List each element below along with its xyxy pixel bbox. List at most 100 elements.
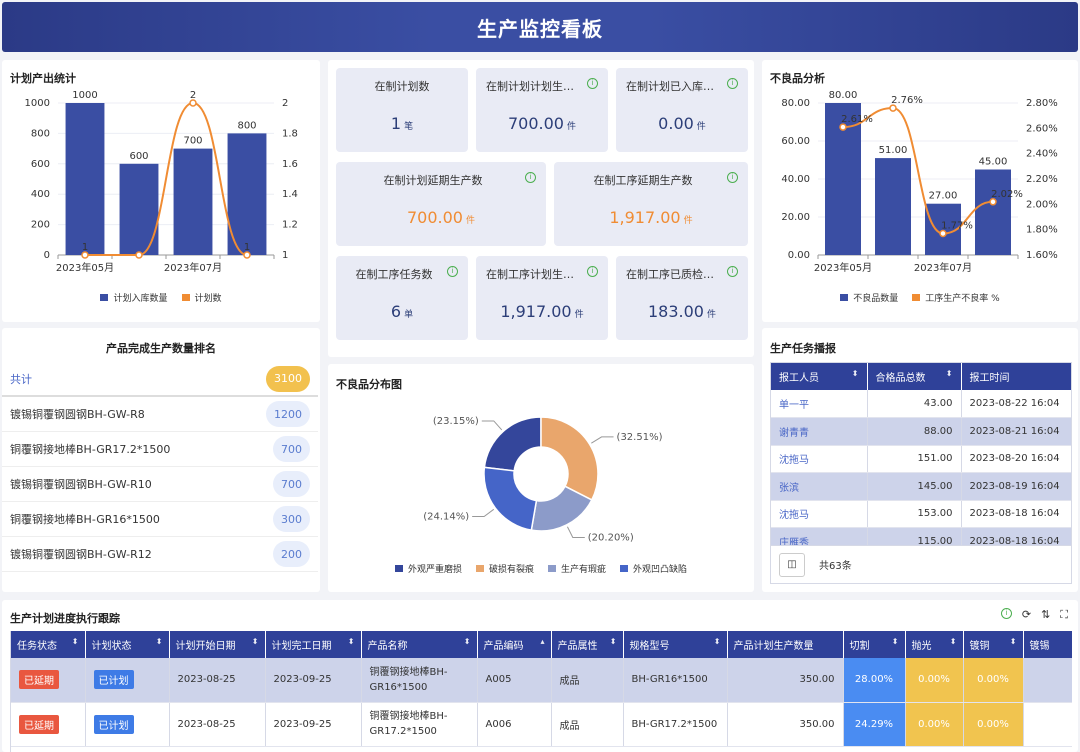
density-icon[interactable]: ⇅: [1041, 608, 1050, 622]
y-tick-label-left: 1000: [25, 98, 50, 109]
pie-label: (20.20%): [588, 532, 634, 543]
info-icon[interactable]: i: [447, 266, 458, 277]
x-tick-label: 2023年05月: [56, 261, 114, 274]
table-row[interactable]: 沈拖马 153.00 2023-08-18 16:04: [771, 500, 1071, 528]
pie-slice: [483, 416, 542, 472]
y-tick-label-left: 600: [31, 159, 50, 170]
info-icon[interactable]: i: [727, 172, 738, 183]
defect-dist-panel: 不良品分布图 (23.15%) (32.51%) (20.20%) (24.14%) …: [328, 364, 754, 592]
ranking-item[interactable]: 铜覆钢接地棒BH-GR16*1500 300: [2, 502, 318, 537]
column-toggle-icon[interactable]: ◫: [779, 552, 805, 577]
y-tick-label-right: 2.20%: [1026, 174, 1058, 185]
ranking-item-name: 铜覆钢接地棒BH-GR16*1500: [10, 513, 160, 526]
kpi-unit: 件: [465, 216, 475, 226]
table-row[interactable]: 张滨 145.00 2023-08-19 16:04: [771, 472, 1071, 501]
table-row[interactable]: 单一平 43.00 2023-08-22 16:04: [771, 390, 1071, 418]
ranking-item[interactable]: 铜覆钢接地棒BH-GR17.2*1500 700: [2, 432, 318, 467]
col-header-task-status[interactable]: 任务状态 ⬍: [11, 631, 86, 658]
y-tick-label-left: 40.00: [781, 174, 810, 185]
broadcast-table-wrap[interactable]: 报工人员 ⬍ 合格品总数 ⬍ 报工时间 单一平 43.00 2023-08-22 16:…: [770, 362, 1072, 546]
ranking-item-value: 700: [273, 471, 310, 497]
kpi-card[interactable]: 在制计划延期生产数 i 700.00 件: [336, 162, 546, 246]
progress-title: 生产计划进度执行跟踪: [10, 612, 120, 625]
y-tick-label-right: 1: [282, 250, 288, 261]
progress-table: 任务状态 ⬍ 计划状态 ⬍ 计划开始日期 ⬍ 计划完工日期 ⬍ 产品名称 ⬍ 产品编码 ▴ …: [11, 631, 1072, 747]
kpi-card[interactable]: 在制计划已入库产... i 0.00 件: [616, 68, 748, 152]
col-header-product-attr[interactable]: 产品属性 ⬍: [551, 631, 624, 658]
col-header-cut[interactable]: 切割 ⬍: [843, 631, 906, 658]
col-header-report-time[interactable]: 报工时间: [961, 363, 1071, 390]
plan-status-badge: 已计划: [93, 670, 134, 690]
bar: [65, 103, 105, 255]
col-header-copper[interactable]: 镀铜 ⬍: [963, 631, 1024, 658]
table-row[interactable]: 已延期 已计划 2023-08-25 2023-09-25 铜覆钢接地棒BH-G…: [11, 702, 1072, 747]
col-header-tin[interactable]: 镀锡: [1023, 631, 1072, 658]
kpi-unit: 件: [566, 122, 576, 132]
legend-item-defect-count: 不良品数量: [840, 291, 898, 304]
kpi-card[interactable]: 在制工序计划生产... i 1,917.00 件: [476, 256, 608, 340]
col-header-qualified[interactable]: 合格品总数 ⬍: [867, 363, 962, 390]
table-row[interactable]: 沈拖马 151.00 2023-08-20 16:04: [771, 445, 1071, 473]
broadcast-title: 生产任务播报: [770, 342, 836, 355]
ranking-item[interactable]: 镀锡铜覆钢圆钢BH-GW-R8 1200: [2, 397, 318, 432]
defect-analysis-chart: 0.0020.0040.0060.0080.001.60%1.80%2.00%2…: [781, 90, 1058, 274]
ranking-total-value: 3100: [266, 365, 310, 392]
fullscreen-icon[interactable]: ⛶: [1060, 608, 1068, 622]
progress-panel: 生产计划进度执行跟踪 i ⟳ ⇅ ⛶ 任务状态 ⬍ 计划状态 ⬍ 计划开始日期 ⬍ 计…: [2, 600, 1078, 752]
y-tick-label-right: 2.00%: [1026, 199, 1058, 210]
info-icon[interactable]: i: [587, 78, 598, 89]
col-header-start-date[interactable]: 计划开始日期 ⬍: [169, 631, 266, 658]
progress-table-wrap[interactable]: 任务状态 ⬍ 计划状态 ⬍ 计划开始日期 ⬍ 计划完工日期 ⬍ 产品名称 ⬍ 产品编码 ▴ …: [10, 631, 1072, 752]
plan-output-title: 计划产出统计: [10, 72, 76, 85]
kpi-label: 在制计划数: [374, 80, 430, 93]
ranking-item-value: 1200: [266, 401, 310, 427]
col-header-plan-qty[interactable]: 产品计划生产数量: [727, 631, 844, 658]
refresh-icon[interactable]: ⟳: [1022, 608, 1031, 622]
kpi-value: 1,917.00: [500, 302, 572, 321]
col-header-product-name[interactable]: 产品名称 ⬍: [361, 631, 478, 658]
kpi-card[interactable]: 在制计划数 1笔: [336, 68, 468, 152]
col-header-product-code[interactable]: 产品编码 ▴: [477, 631, 552, 658]
y-tick-label-left: 60.00: [781, 136, 810, 147]
ranking-item-name: 镀锡铜覆钢圆钢BH-GW-R8: [10, 408, 145, 421]
pie-leader: [472, 508, 495, 518]
table-row[interactable]: 谢青青 88.00 2023-08-21 16:04: [771, 417, 1071, 446]
table-row[interactable]: 已延期 已计划 2023-08-25 2023-09-25 铜覆钢接地棒BH-G…: [11, 658, 1072, 703]
kpi-card[interactable]: 在制计划计划生产... i 700.00 件: [476, 68, 608, 152]
col-header-polish[interactable]: 抛光 ⬍: [905, 631, 964, 658]
info-icon[interactable]: i: [727, 78, 738, 89]
info-icon[interactable]: i: [525, 172, 536, 183]
kpi-label: 在制计划延期生产数: [383, 174, 483, 187]
line-label: 1: [244, 242, 250, 253]
table-row[interactable]: 庄雁秀 115.00 2023-08-18 16:04: [771, 527, 1071, 545]
sort-icon[interactable]: ⬍: [946, 369, 953, 378]
ranking-item[interactable]: 镀锡铜覆钢圆钢BH-GW-R12 200: [2, 537, 318, 572]
y-tick-label-right: 2: [282, 98, 288, 109]
info-icon[interactable]: i: [587, 266, 598, 277]
col-header-reporter[interactable]: 报工人员 ⬍: [771, 363, 868, 390]
col-header-plan-status[interactable]: 计划状态 ⬍: [85, 631, 170, 658]
legend-item-flaw: 生产有瑕疵: [548, 562, 606, 575]
bar-label: 45.00: [979, 157, 1008, 168]
y-tick-label-left: 80.00: [781, 98, 810, 109]
info-icon[interactable]: i: [1000, 608, 1012, 619]
kpi-card[interactable]: 在制工序任务数 i 6单: [336, 256, 468, 340]
y-tick-label-right: 2.40%: [1026, 149, 1058, 160]
col-header-end-date[interactable]: 计划完工日期 ⬍: [265, 631, 362, 658]
kpi-card[interactable]: 在制工序已质检任... i 183.00 件: [616, 256, 748, 340]
ranking-item[interactable]: 镀锡铜覆钢圆钢BH-GW-R10 700: [2, 467, 318, 502]
x-tick-label: 2023年05月: [814, 261, 872, 274]
ranking-item-value: 200: [273, 541, 310, 567]
line-label: 1: [82, 242, 88, 253]
plan-output-panel: 计划产出统计 0 200 400 600 800 1000 1 1.2 1.4 1.6 1.8 2 10…: [2, 60, 320, 322]
line-label: 2.02%: [991, 189, 1023, 200]
broadcast-table: 报工人员 ⬍ 合格品总数 ⬍ 报工时间 单一平 43.00 2023-08-22 16:…: [771, 363, 1071, 545]
sort-icon[interactable]: ⬍: [852, 369, 859, 378]
col-header-spec[interactable]: 规格型号 ⬍: [623, 631, 728, 658]
broadcast-total: 共63条: [819, 561, 852, 572]
y-tick-label-left: 400: [31, 189, 50, 200]
pie-label: (24.14%): [423, 512, 469, 523]
info-icon[interactable]: i: [727, 266, 738, 277]
ranking-item-value: 700: [273, 436, 310, 462]
kpi-card[interactable]: 在制工序延期生产数 i 1,917.00 件: [554, 162, 748, 246]
